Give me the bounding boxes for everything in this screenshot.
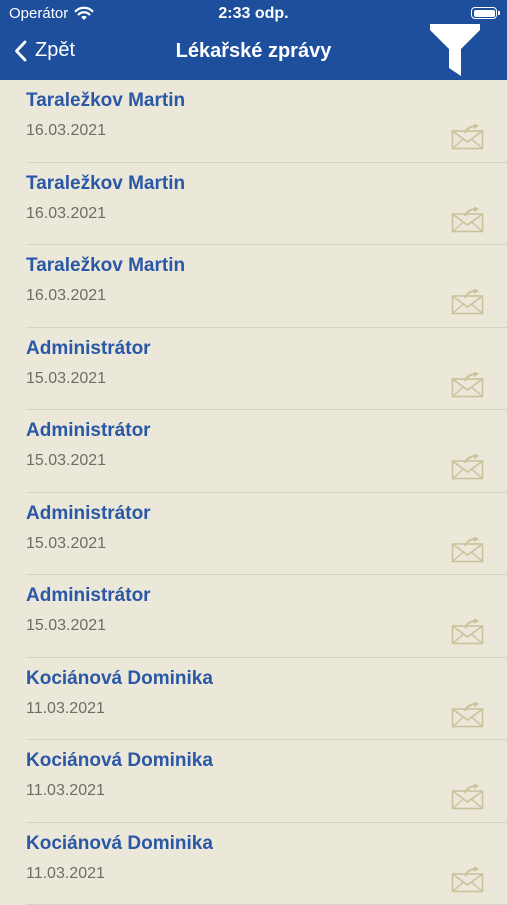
- list-item[interactable]: Kociánová Dominika 11.03.2021: [26, 823, 507, 905]
- sender-name: Kociánová Dominika: [26, 750, 213, 772]
- sender-name: Taraležkov Martin: [26, 173, 185, 195]
- envelope-forward-icon[interactable]: [451, 289, 485, 315]
- list-item[interactable]: Administrátor 15.03.2021: [26, 493, 507, 576]
- message-date: 11.03.2021: [26, 700, 105, 718]
- message-date: 16.03.2021: [26, 205, 106, 223]
- message-date: 16.03.2021: [26, 122, 106, 140]
- sender-name: Kociánová Dominika: [26, 668, 213, 690]
- battery-icon: [471, 7, 497, 19]
- list-item[interactable]: Administrátor 15.03.2021: [26, 328, 507, 411]
- envelope-forward-icon[interactable]: [451, 124, 485, 150]
- envelope-forward-icon[interactable]: [451, 867, 485, 893]
- message-date: 15.03.2021: [26, 535, 106, 553]
- list-item[interactable]: Kociánová Dominika 11.03.2021: [26, 740, 507, 823]
- envelope-forward-icon[interactable]: [451, 784, 485, 810]
- message-list: Taraležkov Martin16.03.2021Taraležkov Ma…: [0, 80, 507, 905]
- envelope-forward-icon[interactable]: [451, 702, 485, 728]
- list-item[interactable]: Kociánová Dominika 11.03.2021: [26, 658, 507, 741]
- sender-name: Administrátor: [26, 503, 151, 525]
- list-item[interactable]: Administrátor 15.03.2021: [26, 575, 507, 658]
- envelope-forward-icon[interactable]: [451, 537, 485, 563]
- envelope-forward-icon[interactable]: [451, 454, 485, 480]
- app-header: Operátor 2:33 odp. Zpět Lékařské zprávy: [0, 0, 507, 80]
- envelope-forward-icon[interactable]: [451, 207, 485, 233]
- message-date: 15.03.2021: [26, 452, 106, 470]
- sender-name: Taraležkov Martin: [26, 255, 185, 277]
- sender-name: Kociánová Dominika: [26, 833, 213, 855]
- sender-name: Administrátor: [26, 585, 151, 607]
- list-item[interactable]: Taraležkov Martin 16.03.2021: [26, 163, 507, 246]
- list-item[interactable]: Taraležkov Martin 16.03.2021: [26, 245, 507, 328]
- envelope-forward-icon[interactable]: [451, 619, 485, 645]
- sender-name: Administrátor: [26, 420, 151, 442]
- message-date: 15.03.2021: [26, 617, 106, 635]
- list-item[interactable]: Taraležkov Martin 16.03.2021: [26, 80, 507, 163]
- message-date: 11.03.2021: [26, 782, 105, 800]
- message-date: 15.03.2021: [26, 370, 106, 388]
- sender-name: Administrátor: [26, 338, 151, 360]
- sender-name: Taraležkov Martin: [26, 90, 185, 112]
- message-date: 16.03.2021: [26, 287, 106, 305]
- envelope-forward-icon[interactable]: [451, 372, 485, 398]
- filter-funnel-icon[interactable]: [428, 24, 482, 80]
- navigation-bar: Zpět Lékařské zprávy: [0, 28, 507, 80]
- message-date: 11.03.2021: [26, 865, 105, 883]
- status-time: 2:33 odp.: [0, 5, 507, 23]
- list-item[interactable]: Administrátor 15.03.2021: [26, 410, 507, 493]
